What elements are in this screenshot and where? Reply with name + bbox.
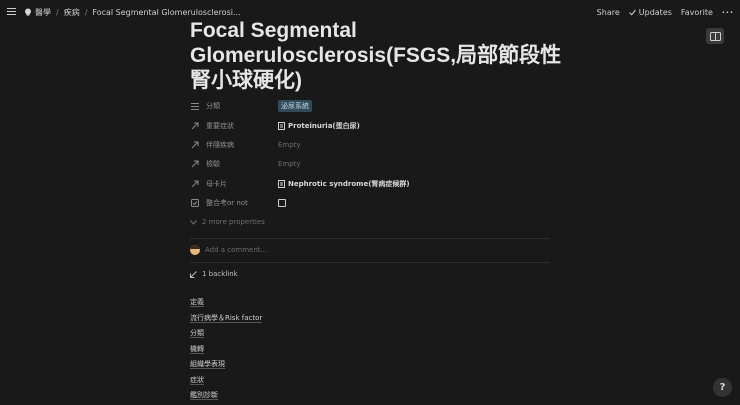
- more-properties-toggle[interactable]: 2 more properties: [190, 218, 265, 226]
- comment-box[interactable]: Add a comment...: [190, 245, 267, 255]
- check-icon: [628, 9, 636, 15]
- breadcrumb-item-disease[interactable]: 疾病: [64, 7, 80, 18]
- updates-button[interactable]: Updates: [628, 7, 672, 17]
- divider: [190, 238, 550, 239]
- property-name: 伴隨疾病: [206, 141, 234, 149]
- relation-arrow-icon: [190, 140, 200, 150]
- backlinks-toggle[interactable]: 1 backlink: [190, 270, 238, 278]
- property-row-category[interactable]: 分類 泌尿系統: [190, 99, 550, 113]
- backlink-arrow-icon: [190, 270, 197, 278]
- breadcrumb-item-medicine[interactable]: 醫學: [24, 7, 51, 18]
- help-button[interactable]: ?: [713, 378, 732, 397]
- divider: [190, 262, 550, 263]
- breadcrumb-separator: /: [84, 7, 88, 17]
- toc-item[interactable]: 機轉: [190, 343, 262, 359]
- breadcrumb-label: Focal Segmental Glomerulosclerosi...: [92, 7, 241, 17]
- more-options-button[interactable]: ···: [722, 8, 734, 17]
- property-value[interactable]: Empty: [278, 160, 301, 168]
- favorite-button[interactable]: Favorite: [681, 8, 713, 17]
- property-name: 整合考or not: [206, 199, 248, 207]
- reader-mode-button[interactable]: [706, 28, 724, 44]
- breadcrumb-label: 疾病: [63, 7, 80, 17]
- avatar: [190, 245, 200, 255]
- table-of-contents: 定義 流行病學＆Risk factor 分類 機轉 組織學表現 症狀 鑑別診斷: [190, 296, 263, 405]
- property-name: 分類: [206, 102, 220, 110]
- property-name: 檢驗: [206, 160, 220, 168]
- property-name: 母卡片: [206, 180, 227, 188]
- property-value[interactable]: [278, 199, 286, 207]
- property-value[interactable]: Nephrotic syndrome(腎病症候群): [278, 179, 410, 189]
- property-row-key-symptom[interactable]: 重要症狀 Proteinuria(蛋白尿): [190, 119, 550, 133]
- property-value[interactable]: 泌尿系統: [278, 100, 312, 112]
- toc-item[interactable]: 分類: [190, 327, 262, 343]
- category-tag[interactable]: 泌尿系統: [278, 100, 312, 112]
- relation-arrow-icon: [190, 179, 200, 189]
- relation-link[interactable]: Proteinuria(蛋白尿): [288, 121, 360, 131]
- menu-icon[interactable]: [7, 7, 16, 16]
- list-icon: [190, 101, 200, 111]
- integrated-exam-checkbox[interactable]: [278, 199, 286, 207]
- property-row-parent-card[interactable]: 母卡片 Nephrotic syndrome(腎病症候群): [190, 177, 550, 191]
- toc-item[interactable]: 組織學表現: [190, 358, 262, 374]
- relation-arrow-icon: [190, 121, 200, 131]
- more-properties-label: 2 more properties: [202, 218, 265, 226]
- property-name: 重要症狀: [206, 122, 234, 130]
- breadcrumb-label: 醫學: [35, 7, 51, 17]
- breadcrumb-separator: /: [56, 7, 59, 17]
- relation-arrow-icon: [190, 159, 200, 169]
- backlink-label: 1 backlink: [202, 270, 238, 278]
- page-title[interactable]: Focal Segmental Glomerulosclerosis(FSGS,…: [190, 18, 570, 93]
- toc-item[interactable]: 症狀: [190, 374, 262, 390]
- toc-item[interactable]: 鑑別診斷: [190, 389, 262, 405]
- property-value[interactable]: Empty: [278, 141, 301, 149]
- property-row-lab-test[interactable]: 檢驗 Empty: [190, 157, 550, 171]
- relation-link[interactable]: Nephrotic syndrome(腎病症候群): [288, 179, 410, 189]
- page-icon: [278, 180, 285, 188]
- property-value[interactable]: Proteinuria(蛋白尿): [278, 121, 360, 131]
- toc-item[interactable]: 流行病學＆Risk factor: [190, 312, 263, 328]
- property-row-integrated-exam[interactable]: 整合考or not: [190, 196, 550, 210]
- share-button[interactable]: Share: [597, 8, 620, 17]
- breadcrumb-item-current[interactable]: Focal Segmental Glomerulosclerosi...: [92, 8, 240, 17]
- comment-input[interactable]: Add a comment...: [205, 246, 267, 254]
- book-icon: [709, 31, 721, 41]
- top-actions: Share Updates Favorite ···: [597, 0, 734, 24]
- toc-item[interactable]: 定義: [190, 296, 262, 312]
- skull-icon: [25, 8, 31, 16]
- property-row-comorbidity[interactable]: 伴隨疾病 Empty: [190, 138, 550, 152]
- updates-label: Updates: [638, 7, 672, 17]
- checkbox-property-icon: [190, 198, 200, 208]
- chevron-down-icon: [190, 219, 197, 225]
- page-icon: [278, 122, 285, 130]
